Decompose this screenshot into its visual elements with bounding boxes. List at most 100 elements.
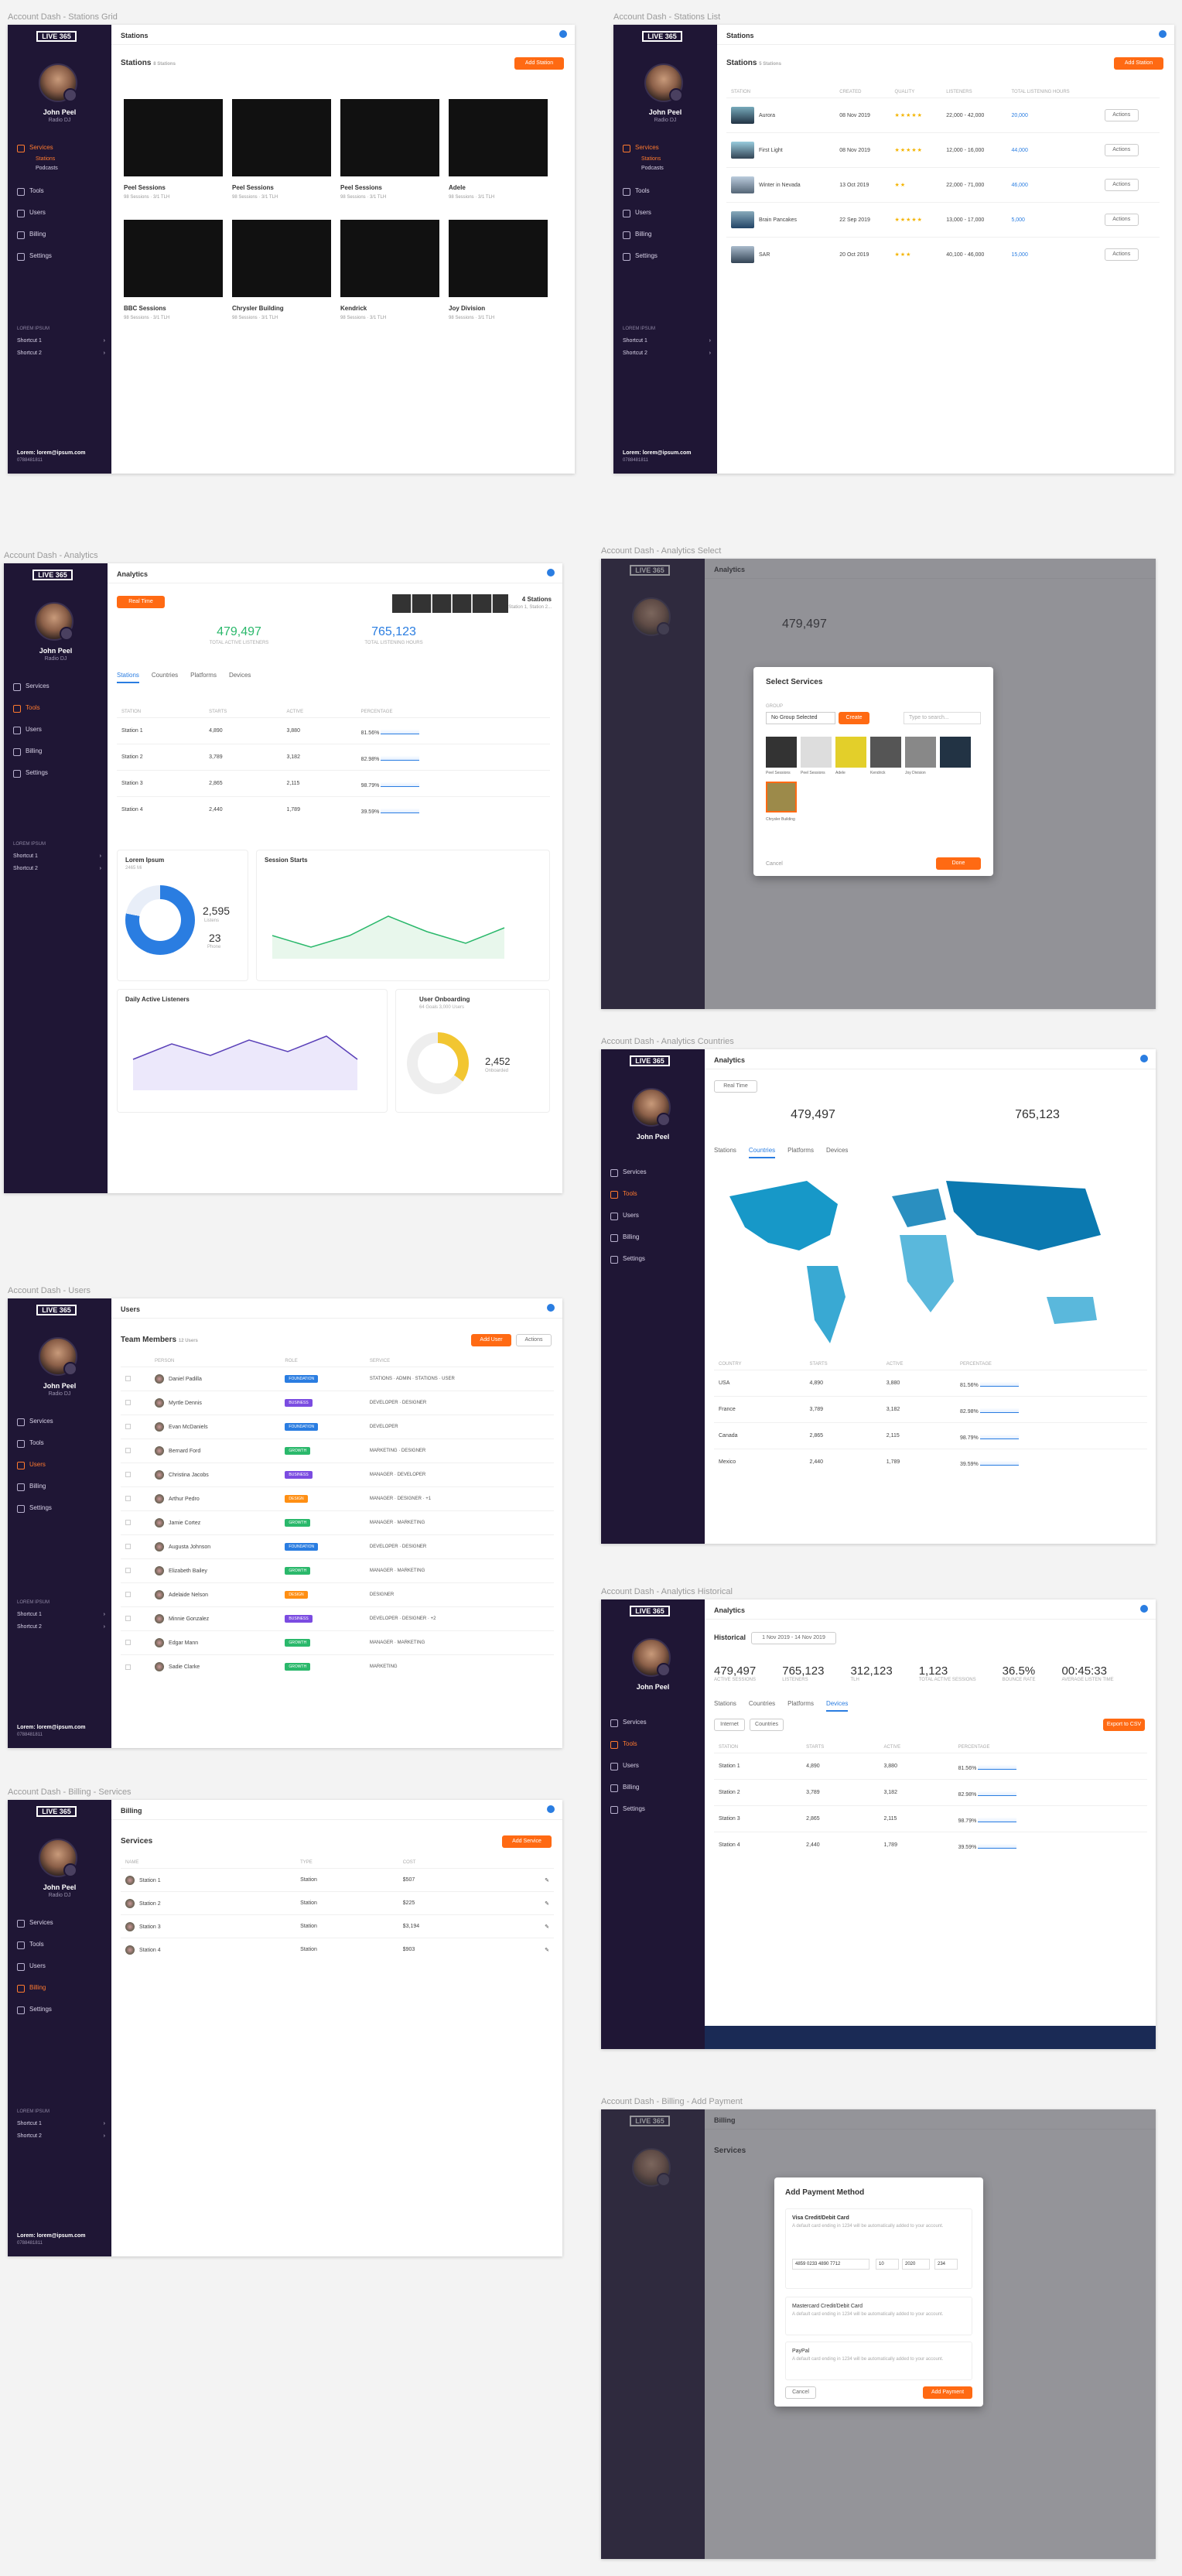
row-checkbox[interactable] <box>125 1568 131 1574</box>
table-row[interactable]: Daniel Padilla FOUNDATION STATIONS · ADMIN… <box>121 1367 554 1391</box>
station-cover[interactable] <box>124 220 223 297</box>
station-thumbnails[interactable] <box>392 594 508 613</box>
row-checkbox[interactable] <box>125 1616 131 1622</box>
shortcut-2[interactable]: Shortcut 2 › <box>13 866 101 871</box>
tab-countries[interactable]: Countries <box>152 672 178 683</box>
table-row[interactable]: USA 4,890 3,880 81.56% <box>714 1370 1147 1397</box>
row-checkbox[interactable] <box>125 1496 131 1502</box>
table-row[interactable]: Station 4 2,440 1,789 39.59% <box>714 1832 1147 1859</box>
tab-stations[interactable]: Stations <box>714 1700 736 1712</box>
shortcut-1[interactable]: Shortcut 1 › <box>17 338 105 344</box>
nav-services[interactable]: Services <box>17 1916 105 1938</box>
tab-stations[interactable]: Stations <box>117 672 139 683</box>
service-thumb[interactable] <box>835 737 866 768</box>
table-row[interactable]: Station 1 Station $507 ✎ <box>121 1868 554 1892</box>
nav-users[interactable]: Users <box>13 723 101 744</box>
row-checkbox[interactable] <box>125 1472 131 1478</box>
actions-button[interactable]: Actions <box>1104 214 1139 226</box>
tab-stations[interactable]: Stations <box>714 1147 736 1158</box>
shortcut-2[interactable]: Shortcut 2 › <box>623 351 711 356</box>
notification-icon[interactable] <box>1140 1055 1148 1062</box>
card-number-input[interactable]: 4859 0233 4890 7712 <box>792 2259 869 2270</box>
service-thumb[interactable] <box>766 737 797 768</box>
shortcut-2[interactable]: Shortcut 2 › <box>17 2133 105 2139</box>
table-row[interactable]: Station 1 4,890 3,880 81.56% <box>117 717 550 744</box>
logo[interactable]: LIVE 365 <box>630 1055 670 1066</box>
nav-users[interactable]: Users <box>610 1209 699 1230</box>
export-csv-button[interactable]: Export to CSV <box>1103 1719 1145 1731</box>
service-thumb[interactable] <box>905 737 936 768</box>
notification-icon[interactable] <box>547 1304 555 1312</box>
station-cover[interactable] <box>340 99 439 176</box>
table-row[interactable]: Station 4 2,440 1,789 39.59% <box>117 796 550 823</box>
actions-button[interactable]: Actions <box>1104 144 1139 156</box>
table-row[interactable]: Minnie Gonzalez BUSINESS DEVELOPER · DESIG… <box>121 1606 554 1631</box>
shortcut-2[interactable]: Shortcut 2 › <box>17 1624 105 1630</box>
card-title[interactable]: Peel Sessions <box>340 184 439 191</box>
table-row[interactable]: SAR 20 Oct 2019 ★★★ 40,100 - 46,000 15,000 Ac… <box>726 237 1160 272</box>
add-station-button[interactable]: Add Station <box>514 57 564 70</box>
add-user-button[interactable]: Add User <box>471 1334 511 1346</box>
nav-services[interactable]: Services Stations Podcasts <box>17 141 105 171</box>
nav-users[interactable]: Users <box>610 1759 699 1781</box>
mastercard-option[interactable]: Mastercard Credit/Debit Card A default ca… <box>785 2297 972 2335</box>
notification-icon[interactable] <box>547 569 555 576</box>
nav-services[interactable]: Services <box>13 679 101 701</box>
station-cover[interactable] <box>232 99 331 176</box>
add-service-button[interactable]: Add Service <box>502 1835 552 1848</box>
nav-services[interactable]: Services <box>17 1415 105 1436</box>
nav-users[interactable]: Users <box>17 1959 105 1981</box>
actions-button[interactable]: Actions <box>1104 179 1139 191</box>
paypal-option[interactable]: PayPal A default card ending in 1234 will… <box>785 2342 972 2380</box>
avatar[interactable] <box>39 1839 77 1877</box>
shortcut-1[interactable]: Shortcut 1 › <box>13 854 101 859</box>
logo[interactable]: LIVE 365 <box>36 31 77 42</box>
nav-podcasts[interactable]: Podcasts <box>29 164 105 173</box>
nav-billing[interactable]: Billing <box>610 1781 699 1802</box>
cvc-input[interactable]: 234 <box>934 2259 958 2270</box>
station-cover[interactable] <box>232 220 331 297</box>
shortcut-1[interactable]: Shortcut 1 › <box>623 338 711 344</box>
date-range-picker[interactable]: 1 Nov 2019 - 14 Nov 2019 <box>751 1632 836 1644</box>
logo[interactable]: LIVE 365 <box>630 1606 670 1616</box>
service-thumb[interactable] <box>801 737 832 768</box>
realtime-select[interactable]: Real Time <box>714 1080 757 1093</box>
avatar[interactable] <box>632 1638 671 1677</box>
service-thumb-selected[interactable] <box>766 782 797 812</box>
cancel-button[interactable]: Cancel <box>766 861 783 867</box>
avatar[interactable] <box>632 1088 671 1127</box>
done-button[interactable]: Done <box>936 857 981 870</box>
shortcut-1[interactable]: Shortcut 1 › <box>17 2121 105 2126</box>
table-row[interactable]: Elizabeth Bailey GROWTH MANAGER · MARKETIN… <box>121 1558 554 1583</box>
nav-services[interactable]: Services <box>610 1716 699 1737</box>
table-row[interactable]: Adelaide Nelson DESIGN DESIGNER <box>121 1582 554 1607</box>
table-row[interactable]: Arthur Pedro DESIGN MANAGER · DESIGNER · +… <box>121 1486 554 1511</box>
card-title[interactable]: Peel Sessions <box>232 184 331 191</box>
nav-billing[interactable]: Billing <box>17 227 105 249</box>
row-checkbox[interactable] <box>125 1376 131 1382</box>
nav-services[interactable]: Services <box>610 1165 699 1187</box>
table-row[interactable]: Canada 2,865 2,115 98.79% <box>714 1422 1147 1449</box>
table-row[interactable]: Station 3 2,865 2,115 98.79% <box>714 1805 1147 1832</box>
table-row[interactable]: Station 2 3,789 3,182 82.98% <box>714 1779 1147 1806</box>
edit-icon[interactable]: ✎ <box>499 1914 554 1938</box>
table-row[interactable]: Bernard Ford GROWTH MARKETING · DESIGNER <box>121 1439 554 1463</box>
nav-billing[interactable]: Billing <box>17 1981 105 2003</box>
nav-billing[interactable]: Billing <box>17 1480 105 1501</box>
realtime-toggle[interactable]: Real Time <box>117 596 165 608</box>
station-cover[interactable] <box>124 99 223 176</box>
table-row[interactable]: Station 3 2,865 2,115 98.79% <box>117 770 550 797</box>
search-input[interactable]: Type to search... <box>904 712 981 724</box>
visa-option[interactable]: Visa Credit/Debit Card A default card end… <box>785 2208 972 2289</box>
card-title[interactable]: Kendrick <box>340 305 439 312</box>
row-checkbox[interactable] <box>125 1520 131 1526</box>
nav-podcasts[interactable]: Podcasts <box>635 164 711 173</box>
logo[interactable]: LIVE 365 <box>36 1806 77 1817</box>
table-row[interactable]: Christina Jacobs BUSINESS MANAGER · DEVELO… <box>121 1462 554 1487</box>
edit-icon[interactable]: ✎ <box>499 1891 554 1915</box>
card-title[interactable]: Chrysler Building <box>232 305 331 312</box>
group-select[interactable]: No Group Selected <box>766 712 835 724</box>
table-row[interactable]: Myrtle Dennis BUSINESS DEVELOPER · DESIGNE… <box>121 1391 554 1415</box>
nav-settings[interactable]: Settings <box>17 1501 105 1523</box>
table-row[interactable]: France 3,789 3,182 82.98% <box>714 1396 1147 1423</box>
